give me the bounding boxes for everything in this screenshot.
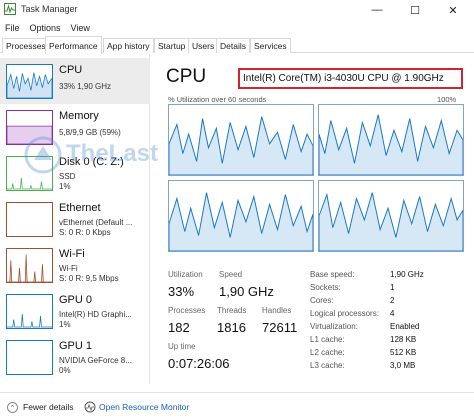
maximize-button[interactable]: ☐ xyxy=(398,0,432,20)
detail-key: Virtualization: xyxy=(310,322,358,331)
sidebar-item-wifi[interactable]: Wi-Fi Wi-Fi S: 0 R: 9,5 Mbps xyxy=(0,242,150,288)
tab-performance[interactable]: Performance xyxy=(45,36,102,54)
sidebar-item-gpu1[interactable]: GPU 1 NVIDIA GeForce 8... 0% xyxy=(0,334,150,380)
ethernet-thumbnail-graph xyxy=(6,202,53,237)
page-title: CPU xyxy=(166,66,207,87)
utilization-graph-label: % Utilization over 60 seconds xyxy=(168,95,267,104)
detail-key: Cores: xyxy=(310,296,334,305)
sidebar-item-detail: S: 0 R: 0 Kbps xyxy=(59,228,111,237)
sidebar-item-detail: 1% xyxy=(59,182,71,191)
sidebar-item-detail: S: 0 R: 9,5 Mbps xyxy=(59,274,119,283)
footer-bar: ⌃ Fewer details Open Resource Monitor xyxy=(0,392,474,419)
resource-monitor-icon xyxy=(84,401,96,413)
detail-value: 128 KB xyxy=(390,335,417,344)
watermark-logo: TheLast xyxy=(18,136,188,176)
sidebar-item-gpu0[interactable]: GPU 0 Intel(R) HD Graphi... 1% xyxy=(0,288,150,334)
sidebar-item-detail: Wi-Fi xyxy=(59,264,78,273)
threads-value: 1816 xyxy=(217,320,246,335)
sidebar-item-title: GPU 1 xyxy=(59,340,93,352)
tab-app-history[interactable]: App history xyxy=(103,38,154,53)
tab-services[interactable]: Services xyxy=(250,38,291,53)
threads-label: Threads xyxy=(217,306,247,315)
cpu-graph-core-1 xyxy=(168,104,314,176)
gpu1-thumbnail-graph xyxy=(6,340,53,375)
logical-processor-graphs xyxy=(168,104,464,252)
detail-value: 3,0 MB xyxy=(390,361,416,370)
detail-key: Sockets: xyxy=(310,283,341,292)
gpu0-thumbnail-graph xyxy=(6,294,53,329)
sidebar-item-detail: Intel(R) HD Graphi... xyxy=(59,310,132,319)
sidebar-item-detail: 1% xyxy=(59,320,71,329)
speed-label: Speed xyxy=(219,270,243,279)
detail-key: L1 cache: xyxy=(310,335,345,344)
watermark-icon xyxy=(24,136,62,174)
sidebar-item-detail: 0% xyxy=(59,366,71,375)
cpu-detail-panel: CPU Intel(R) Core(TM) i3-4030U CPU @ 1.9… xyxy=(152,54,474,384)
utilization-label: Utilization xyxy=(168,270,203,279)
menu-file[interactable]: File xyxy=(5,23,20,33)
sidebar-item-detail: NVIDIA GeForce 8... xyxy=(59,356,132,365)
handles-label: Handles xyxy=(262,306,292,315)
watermark-text: TheLast xyxy=(66,140,159,167)
performance-sidebar: CPU 33% 1,90 GHz Memory 5,8/9,9 GB (59%)… xyxy=(0,54,150,384)
close-button[interactable]: ✕ xyxy=(436,0,470,20)
fewer-details-link[interactable]: Fewer details xyxy=(23,402,74,412)
speed-value: 1,90 GHz xyxy=(219,284,274,299)
detail-value: 1 xyxy=(390,283,395,292)
tab-users[interactable]: Users xyxy=(188,38,219,53)
task-manager-icon xyxy=(4,3,16,15)
sidebar-item-ethernet[interactable]: Ethernet vEthernet (Default ... S: 0 R: … xyxy=(0,196,150,242)
tab-details[interactable]: Details xyxy=(216,38,250,53)
tab-strip: Processes Performance App history Startu… xyxy=(0,36,474,54)
processes-label: Processes xyxy=(168,306,206,315)
cpu-graph-core-2 xyxy=(318,104,464,176)
sidebar-item-title: Wi-Fi xyxy=(59,248,85,260)
detail-value: 2 xyxy=(390,296,395,305)
cpu-model-name: Intel(R) Core(TM) i3-4030U CPU @ 1.90GHz xyxy=(238,68,463,89)
detail-value: 4 xyxy=(390,309,395,318)
sidebar-item-title: CPU xyxy=(59,64,83,76)
sidebar-item-detail: 33% 1,90 GHz xyxy=(59,82,112,91)
detail-key: L3 cache: xyxy=(310,361,345,370)
cpu-thumbnail-graph xyxy=(6,64,53,99)
window-title: Task Manager xyxy=(21,4,78,14)
detail-value: Enabled xyxy=(390,322,420,331)
chevron-up-icon[interactable]: ⌃ xyxy=(7,402,18,413)
utilization-graph-max: 100% xyxy=(437,95,457,104)
wifi-thumbnail-graph xyxy=(6,248,53,283)
menu-options[interactable]: Options xyxy=(30,23,61,33)
minimize-button[interactable]: — xyxy=(360,0,394,20)
cpu-graph-core-4 xyxy=(318,180,464,252)
detail-value: 512 KB xyxy=(390,348,417,357)
menu-view[interactable]: View xyxy=(71,23,90,33)
processes-value: 182 xyxy=(168,320,190,335)
sidebar-item-cpu[interactable]: CPU 33% 1,90 GHz xyxy=(0,58,150,104)
sidebar-item-title: GPU 0 xyxy=(59,294,93,306)
tab-processes[interactable]: Processes xyxy=(2,38,50,53)
open-resource-monitor-link[interactable]: Open Resource Monitor xyxy=(99,402,189,412)
detail-key: Logical processors: xyxy=(310,309,379,318)
detail-key: Base speed: xyxy=(310,270,355,279)
menu-bar: File Options View xyxy=(0,20,474,36)
handles-value: 72611 xyxy=(262,320,298,335)
detail-key: L2 cache: xyxy=(310,348,345,357)
sidebar-item-title: Memory xyxy=(59,110,99,122)
title-bar: Task Manager — ☐ ✕ xyxy=(0,0,474,20)
sidebar-item-detail: vEthernet (Default ... xyxy=(59,218,133,227)
tab-startup[interactable]: Startup xyxy=(154,38,190,53)
detail-value: 1,90 GHz xyxy=(390,270,424,279)
cpu-graph-core-3 xyxy=(168,180,314,252)
sidebar-item-title: Ethernet xyxy=(59,202,101,214)
uptime-label: Up time xyxy=(168,342,196,351)
uptime-value: 0:07:26:06 xyxy=(168,356,230,371)
utilization-value: 33% xyxy=(168,284,195,299)
